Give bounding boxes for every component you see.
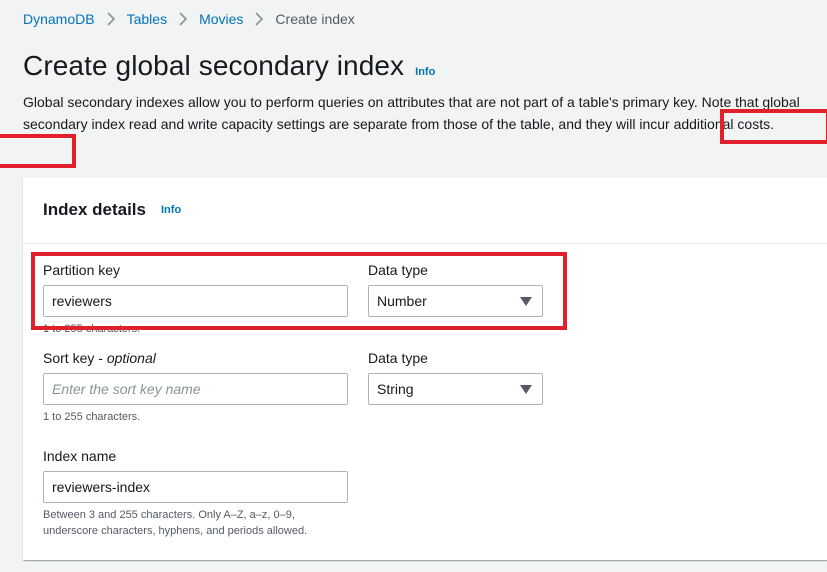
panel-info-link[interactable]: Info <box>161 204 181 216</box>
sort-type-label: Data type <box>368 350 428 366</box>
annotation-box-costs <box>0 134 76 168</box>
breadcrumb-current: Create index <box>275 11 355 27</box>
annotation-box-partition-key <box>31 252 567 330</box>
page-description: Global secondary indexes allow you to pe… <box>23 94 800 132</box>
index-name-hint-line1: Between 3 and 255 characters. Only A–Z, … <box>43 509 295 521</box>
panel-title: Index details <box>43 200 146 219</box>
sort-type-select[interactable]: String <box>368 373 543 405</box>
page-header: Create global secondary index Info <box>23 50 435 82</box>
sort-key-optional: optional <box>106 350 156 366</box>
panel-header: Index details Info <box>23 178 827 244</box>
header-info-link[interactable]: Info <box>415 66 435 78</box>
annotation-box-additional <box>720 109 827 144</box>
sort-key-hint: 1 to 255 characters. <box>43 411 141 423</box>
index-name-label: Index name <box>43 448 117 464</box>
chevron-right-icon <box>243 12 275 26</box>
chevron-right-icon <box>95 12 127 26</box>
caret-down-icon <box>520 385 532 394</box>
breadcrumb-movies[interactable]: Movies <box>199 11 243 27</box>
sort-type-value: String <box>377 381 414 397</box>
breadcrumb-dynamodb[interactable]: DynamoDB <box>23 11 95 27</box>
sort-key-label: Sort key - optional <box>43 350 156 366</box>
sort-key-input[interactable] <box>43 373 348 405</box>
sort-key-label-text: Sort key <box>43 350 95 366</box>
index-name-input[interactable] <box>43 471 348 503</box>
index-details-panel: Index details Info Partition key 1 to 25… <box>23 178 827 560</box>
create-index-page: DynamoDB Tables Movies Create index Crea… <box>0 0 827 572</box>
chevron-right-icon <box>167 12 199 26</box>
breadcrumb-tables[interactable]: Tables <box>127 11 167 27</box>
index-name-hint-line2: underscore characters, hyphens, and peri… <box>43 525 308 537</box>
page-title: Create global secondary index <box>23 50 405 81</box>
breadcrumb: DynamoDB Tables Movies Create index <box>23 11 355 27</box>
